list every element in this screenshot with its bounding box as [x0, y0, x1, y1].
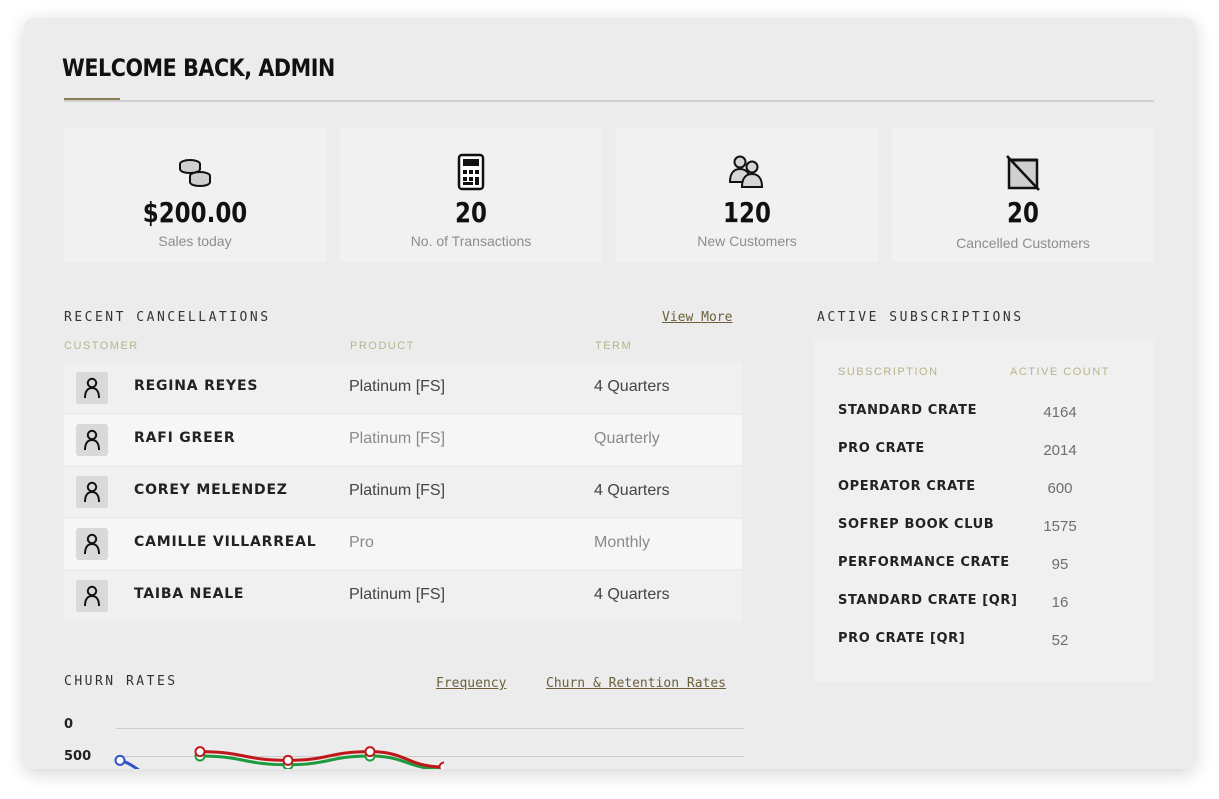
subscription-name: PRO CRATE: [838, 441, 925, 456]
term: Monthly: [594, 534, 651, 551]
user-icon: [84, 481, 100, 503]
subscription-row[interactable]: PRO CRATE 2014: [838, 441, 1154, 461]
product-name: Platinum [FS]: [349, 482, 446, 499]
user-icon: [84, 585, 100, 607]
series-point-red[interactable]: [194, 746, 206, 758]
calculator-icon: [457, 153, 485, 191]
user-icon: [84, 429, 100, 451]
column-header-customer: CUSTOMER: [64, 340, 139, 352]
column-header-subscription: SUBSCRIPTION: [838, 366, 939, 378]
title-divider: [64, 100, 1154, 102]
term: 4 Quarters: [594, 378, 670, 395]
stat-value: 120: [723, 196, 771, 229]
title-accent: [64, 98, 120, 100]
avatar: [76, 476, 108, 508]
product-name: Platinum [FS]: [349, 378, 446, 395]
table-row[interactable]: TAIBA NEALE Platinum [FS] 4 Quarters: [64, 571, 742, 621]
subscription-row[interactable]: STANDARD CRATE 4164: [838, 403, 1154, 423]
stat-value: 20: [455, 196, 487, 229]
active-count: 95: [1051, 556, 1069, 573]
column-header-product: PRODUCT: [350, 340, 415, 352]
subscription-row[interactable]: PRO CRATE [QR] 52: [838, 631, 1154, 651]
avatar: [76, 424, 108, 456]
recent-cancellations-table: REGINA REYES Platinum [FS] 4 Quarters RA…: [64, 363, 742, 623]
subscription-name: OPERATOR CRATE: [838, 479, 976, 494]
active-count: 2014: [1043, 442, 1077, 459]
series-point-blue[interactable]: [114, 754, 126, 766]
series-point-red[interactable]: [438, 761, 445, 770]
customer-name: RAFI GREER: [134, 430, 236, 446]
product-name: Pro: [349, 534, 374, 551]
table-row[interactable]: CAMILLE VILLARREAL Pro Monthly: [64, 519, 742, 569]
stat-value: 20: [1007, 196, 1039, 229]
active-count: 600: [1047, 480, 1073, 497]
stat-value: $200.00: [142, 196, 248, 229]
user-icon: [84, 377, 100, 399]
term: Quarterly: [594, 430, 660, 447]
active-subscriptions-heading: ACTIVE SUBSCRIPTIONS: [817, 310, 1024, 325]
user-icon: [84, 533, 100, 555]
column-header-term: TERM: [595, 340, 633, 352]
page-title: WELCOME BACK, ADMIN: [62, 54, 335, 82]
avatar: [76, 580, 108, 612]
tab-frequency[interactable]: Frequency: [436, 676, 506, 691]
subscription-name: STANDARD CRATE [QR]: [838, 593, 1018, 608]
subscription-name: PERFORMANCE CRATE: [838, 555, 1010, 570]
avatar: [76, 528, 108, 560]
product-name: Platinum [FS]: [349, 586, 446, 603]
active-count: 4164: [1043, 404, 1077, 421]
table-row[interactable]: REGINA REYES Platinum [FS] 4 Quarters: [64, 363, 742, 413]
stat-card-transactions: 20 No. of Transactions: [340, 128, 602, 262]
active-count: 1575: [1043, 518, 1077, 535]
stat-label: Sales today: [158, 233, 232, 249]
stat-label: No. of Transactions: [410, 233, 532, 249]
stat-card-new-customers: 120 New Customers: [616, 128, 878, 262]
term: 4 Quarters: [594, 482, 670, 499]
table-row[interactable]: COREY MELENDEZ Platinum [FS] 4 Quarters: [64, 467, 742, 517]
subscription-row[interactable]: PERFORMANCE CRATE 95: [838, 555, 1154, 575]
subscription-row[interactable]: STANDARD CRATE [QR] 16: [838, 593, 1154, 613]
subscription-name: PRO CRATE [QR]: [838, 631, 966, 646]
churn-chart: [114, 746, 445, 770]
subscription-name: SOFREP BOOK CLUB: [838, 517, 995, 532]
term: 4 Quarters: [594, 586, 670, 603]
recent-cancellations-heading: RECENT CANCELLATIONS: [64, 310, 271, 325]
subscription-row[interactable]: SOFREP BOOK CLUB 1575: [838, 517, 1154, 537]
subscription-name: STANDARD CRATE: [838, 403, 978, 418]
dashboard-panel: WELCOME BACK, ADMIN $200.00 Sales today …: [24, 18, 1195, 769]
y-tick-label: 500: [64, 749, 92, 764]
stat-card-cancelled: 20 Cancelled Customers: [892, 128, 1154, 262]
churn-rates-heading: CHURN RATES: [64, 674, 178, 689]
view-more-link[interactable]: View More: [662, 310, 732, 325]
coins-icon: [179, 159, 211, 188]
stat-label: Cancelled Customers: [956, 235, 1090, 251]
series-point-red[interactable]: [364, 746, 376, 758]
customer-name: REGINA REYES: [134, 378, 259, 394]
cancelled-box-icon: [1006, 155, 1040, 191]
active-count: 16: [1051, 594, 1069, 611]
avatar: [76, 372, 108, 404]
stat-card-sales: $200.00 Sales today: [64, 128, 326, 262]
tab-churn-retention-rates[interactable]: Churn & Retention Rates: [546, 676, 726, 691]
stat-label: New Customers: [697, 233, 797, 249]
subscription-row[interactable]: OPERATOR CRATE 600: [838, 479, 1154, 499]
column-header-active-count: ACTIVE COUNT: [1010, 366, 1110, 378]
customer-name: TAIBA NEALE: [134, 586, 245, 602]
active-count: 52: [1051, 632, 1069, 649]
grid-line: [116, 728, 744, 729]
users-icon: [728, 155, 764, 188]
series-point-red[interactable]: [282, 754, 294, 766]
y-tick-label: 0: [64, 717, 74, 732]
active-subscriptions-table: SUBSCRIPTION ACTIVE COUNT STANDARD CRATE…: [814, 340, 1154, 682]
table-row[interactable]: RAFI GREER Platinum [FS] Quarterly: [64, 415, 742, 465]
product-name: Platinum [FS]: [349, 430, 446, 447]
customer-name: COREY MELENDEZ: [134, 482, 288, 498]
customer-name: CAMILLE VILLARREAL: [134, 534, 317, 550]
